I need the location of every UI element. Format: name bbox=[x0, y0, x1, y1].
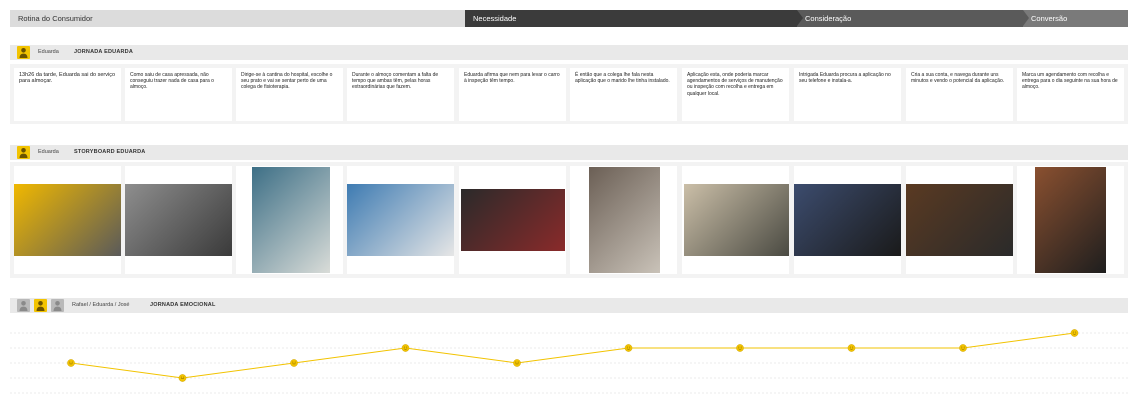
persona-name: Eduarda bbox=[38, 49, 59, 55]
emotional-header: Rafael / Eduarda / José JORNADA EMOCIONA… bbox=[10, 298, 1128, 313]
stage-conversao: Conversão bbox=[1023, 10, 1128, 27]
storyboard-frame bbox=[682, 166, 789, 274]
journey-header: Eduarda JORNADA EDUARDA bbox=[10, 45, 1128, 60]
emotion-face-icon bbox=[1070, 329, 1079, 337]
emotion-face-icon bbox=[290, 359, 298, 367]
emotion-face-icon bbox=[513, 359, 521, 367]
journey-step-card: Eduarda afirma que nem para levar o carr… bbox=[459, 68, 566, 121]
persona-avatar-icon bbox=[17, 299, 30, 312]
stage-label: Rotina do Consumidor bbox=[18, 14, 93, 23]
stage-consideracao: Consideração bbox=[797, 10, 1029, 27]
journey-step-card: Aplicação esta, onde poderia marcar agen… bbox=[682, 68, 789, 121]
emotion-face-icon bbox=[624, 344, 633, 352]
persona-avatar-icon bbox=[34, 299, 47, 312]
phone-calendar-photo bbox=[1035, 167, 1106, 273]
storyboard-frame bbox=[347, 166, 454, 274]
storyboard-frame bbox=[906, 166, 1013, 274]
food-tray-photo bbox=[14, 184, 121, 256]
stage-label: Consideração bbox=[805, 14, 852, 23]
emotion-face-icon bbox=[178, 374, 187, 382]
cantina-trays-photo bbox=[125, 184, 232, 256]
emotion-line bbox=[70, 332, 1075, 379]
persona-avatar-icon bbox=[51, 299, 64, 312]
stage-label: Necessidade bbox=[473, 14, 517, 23]
stage-necessidade: Necessidade bbox=[465, 10, 803, 27]
stage-label: Conversão bbox=[1031, 14, 1068, 23]
journey-step-card: Cria a sua conta, e navega durante uns m… bbox=[906, 68, 1013, 121]
journey-step-card: É então que a colega lhe fala nesta apli… bbox=[570, 68, 677, 121]
stage-chevron-icon bbox=[1023, 10, 1029, 26]
storyboard-frames bbox=[10, 162, 1128, 278]
journey-step-card: 13h26 da tarde, Eduarda sai do serviço p… bbox=[14, 68, 121, 121]
journey-stage-bar: Rotina do Consumidor Necessidade Conside… bbox=[10, 10, 1128, 27]
storyboard-header: Eduarda STORYBOARD EDUARDA bbox=[10, 145, 1128, 160]
journey-step-card: Como saiu de casa apressada, não consegu… bbox=[125, 68, 232, 121]
journey-steps: 13h26 da tarde, Eduarda sai do serviço p… bbox=[10, 64, 1128, 124]
persona-names: Rafael / Eduarda / José bbox=[72, 302, 130, 308]
section-title: STORYBOARD EDUARDA bbox=[74, 149, 146, 155]
journey-step-card: Durante o almoço comentam a falta de tem… bbox=[347, 68, 454, 121]
stage-rotina: Rotina do Consumidor bbox=[10, 10, 465, 27]
storyboard-frame bbox=[125, 166, 232, 274]
phone-hand-photo bbox=[794, 184, 901, 256]
journey-step-card: Dirige-se à cantina do hospital, escolhe… bbox=[236, 68, 343, 121]
car-dashboard-photo bbox=[461, 189, 565, 251]
emotion-face-icon bbox=[401, 344, 410, 352]
storyboard-frame bbox=[236, 166, 343, 274]
storyboard-frame bbox=[794, 166, 901, 274]
hands-phone-photo bbox=[589, 167, 660, 273]
colleagues-talking-photo bbox=[347, 184, 454, 256]
emotion-face-icon bbox=[959, 344, 967, 352]
emotion-face-icon bbox=[847, 344, 856, 352]
emotion-face-icon bbox=[67, 359, 75, 367]
storyboard-frame bbox=[1017, 166, 1124, 274]
storyboard-frame bbox=[459, 166, 566, 274]
hospital-corridor-photo bbox=[252, 167, 330, 273]
persona-avatar-icon bbox=[17, 46, 30, 59]
journey-step-card: Intrigada Eduarda procura a aplicação no… bbox=[794, 68, 901, 121]
section-title: JORNADA EDUARDA bbox=[74, 49, 134, 55]
phone-browsing-photo bbox=[906, 184, 1013, 256]
persona-name: Eduarda bbox=[38, 149, 59, 155]
man-phone-photo bbox=[684, 184, 789, 256]
emotional-journey-chart bbox=[10, 329, 1128, 394]
journey-step-card: Marca um agendamento com recolha e entre… bbox=[1017, 68, 1124, 121]
persona-avatar-icon bbox=[17, 146, 30, 159]
emotion-face-icon bbox=[736, 344, 744, 352]
storyboard-frame bbox=[14, 166, 121, 274]
stage-chevron-icon bbox=[797, 10, 803, 26]
section-title: JORNADA EMOCIONAL bbox=[150, 302, 216, 308]
storyboard-frame bbox=[570, 166, 677, 274]
